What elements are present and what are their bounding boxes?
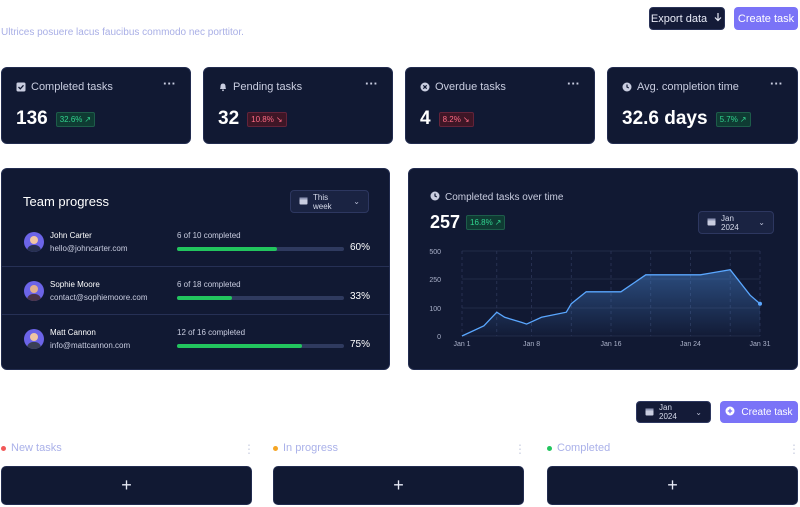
add-task-new-button[interactable]: + [1,466,252,505]
arrow-down-icon [713,12,723,25]
x-tick-label: Jan 24 [680,341,701,348]
plus-icon: + [121,475,132,495]
add-task-completed-button[interactable]: + [547,466,798,505]
trend-badge: 8.2% ↘ [438,111,474,127]
member-percent: 75% [350,339,371,350]
export-label: Export data [650,12,708,25]
plus-icon: + [393,475,404,495]
stat-label: Avg. completion time [637,81,739,93]
x-tick-label: Jan 8 [523,341,540,348]
status-dot [1,445,6,451]
y-tick-label: 100 [429,306,441,313]
stat-value: 136 [16,108,48,129]
more-options-icon[interactable]: ··· [770,76,783,91]
team-member-row: Sophie Moore contact@sophiemoore.com 6 o… [2,266,390,314]
y-tick-label: 500 [429,249,441,256]
y-tick-label: 0 [437,334,441,341]
column-menu-icon[interactable]: ⋮ [243,442,255,456]
member-count: 6 of 18 completed [177,280,241,289]
series-area [462,269,760,336]
member-percent: 33% [350,291,371,302]
arrow-up-right-icon: ↗ [84,114,92,124]
progress-bar [177,296,344,300]
progress-bar [177,344,344,348]
column-header-completed: Completed [547,442,610,454]
stat-card-pending: Pending tasks ··· 32 10.8% ↘ [203,67,393,144]
avatar [24,232,44,252]
progress-fill [177,296,233,300]
more-options-icon[interactable]: ··· [567,76,580,91]
team-member-row: Matt Cannon info@mattcannon.com 12 of 16… [2,314,390,362]
progress-fill [177,247,278,251]
stat-value: 32.6 days [622,108,708,129]
member-email: contact@sophiemoore.com [50,293,148,302]
progress-fill [177,344,303,348]
create-task-button[interactable]: Create task [734,7,798,30]
stat-card-overdue: Overdue tasks ··· 4 8.2% ↘ [405,67,595,144]
panel-title: Team progress [23,194,109,209]
status-dot [547,445,552,451]
plus-icon: + [667,475,678,495]
completed-over-time-panel: Completed tasks over time 257 16.8% ↗ Jan… [408,168,798,370]
trend-badge: 32.6% ↗ [55,111,96,127]
more-options-icon[interactable]: ··· [365,76,378,91]
column-menu-icon[interactable]: ⋮ [788,442,800,456]
stat-card-avg-time: Avg. completion time ··· 32.6 days 5.7% ↗ [607,67,798,144]
page-subtitle: Ultrices posuere lacus faucibus commodo … [1,27,244,38]
member-name: Matt Cannon [50,328,96,337]
arrow-down-right-icon: ↘ [462,114,470,124]
team-range-select[interactable]: This week ⌄ [290,190,369,213]
column-header-new: New tasks [1,442,62,454]
stat-label: Pending tasks [233,81,303,93]
stat-label: Overdue tasks [435,81,506,93]
column-menu-icon[interactable]: ⋮ [514,442,526,456]
member-email: info@mattcannon.com [50,341,131,350]
member-count: 6 of 10 completed [177,231,241,240]
member-count: 12 of 16 completed [177,328,246,337]
x-tick-label: Jan 16 [600,341,621,348]
y-tick-label: 250 [429,277,441,284]
bell-icon [218,82,228,92]
calendar-icon [645,407,654,418]
chevron-down-icon: ⌄ [353,197,360,206]
trend-badge: 10.8% ↘ [247,111,287,127]
board-range-select[interactable]: Jan 2024 ⌄ [636,401,711,423]
export-data-button[interactable]: Export data [649,7,725,30]
member-email: hello@johncarter.com [50,244,128,253]
x-tick-label: Jan 1 [453,341,470,348]
member-name: John Carter [50,231,92,240]
x-circle-icon [420,82,430,92]
status-dot [273,445,278,451]
calendar-icon [299,196,308,207]
stat-label: Completed tasks [31,81,113,93]
arrow-up-right-icon: ↗ [739,114,747,124]
stat-value: 4 [420,108,431,129]
area-chart: 0 100 250 500 Jan 1 Jan 8 Jan 16 Jan 24 Jan 31 [429,249,770,348]
team-progress-panel: Team progress This week ⌄ John Carter he… [1,168,390,370]
plus-circle-icon [725,406,735,419]
series-end-point [758,301,762,306]
column-header-in-progress: In progress [273,442,338,454]
team-member-row: John Carter hello@johncarter.com 6 of 10… [2,218,390,266]
clock-icon [622,82,632,92]
trend-badge: 5.7% ↗ [715,111,751,127]
avatar [24,329,44,349]
board-create-task-button[interactable]: Create task [720,401,798,423]
chevron-down-icon: ⌄ [695,407,702,417]
x-tick-label: Jan 31 [749,341,770,348]
create-task-label: Create task [737,12,795,25]
more-options-icon[interactable]: ··· [163,76,176,91]
member-percent: 60% [350,242,371,253]
add-task-in-progress-button[interactable]: + [273,466,524,505]
stat-value: 32 [218,108,240,129]
stat-card-completed: Completed tasks ··· 136 32.6% ↗ [1,67,191,144]
progress-bar [177,247,344,251]
arrow-down-right-icon: ↘ [275,114,283,124]
avatar [24,281,44,301]
check-square-icon [16,82,26,92]
member-name: Sophie Moore [50,280,100,289]
